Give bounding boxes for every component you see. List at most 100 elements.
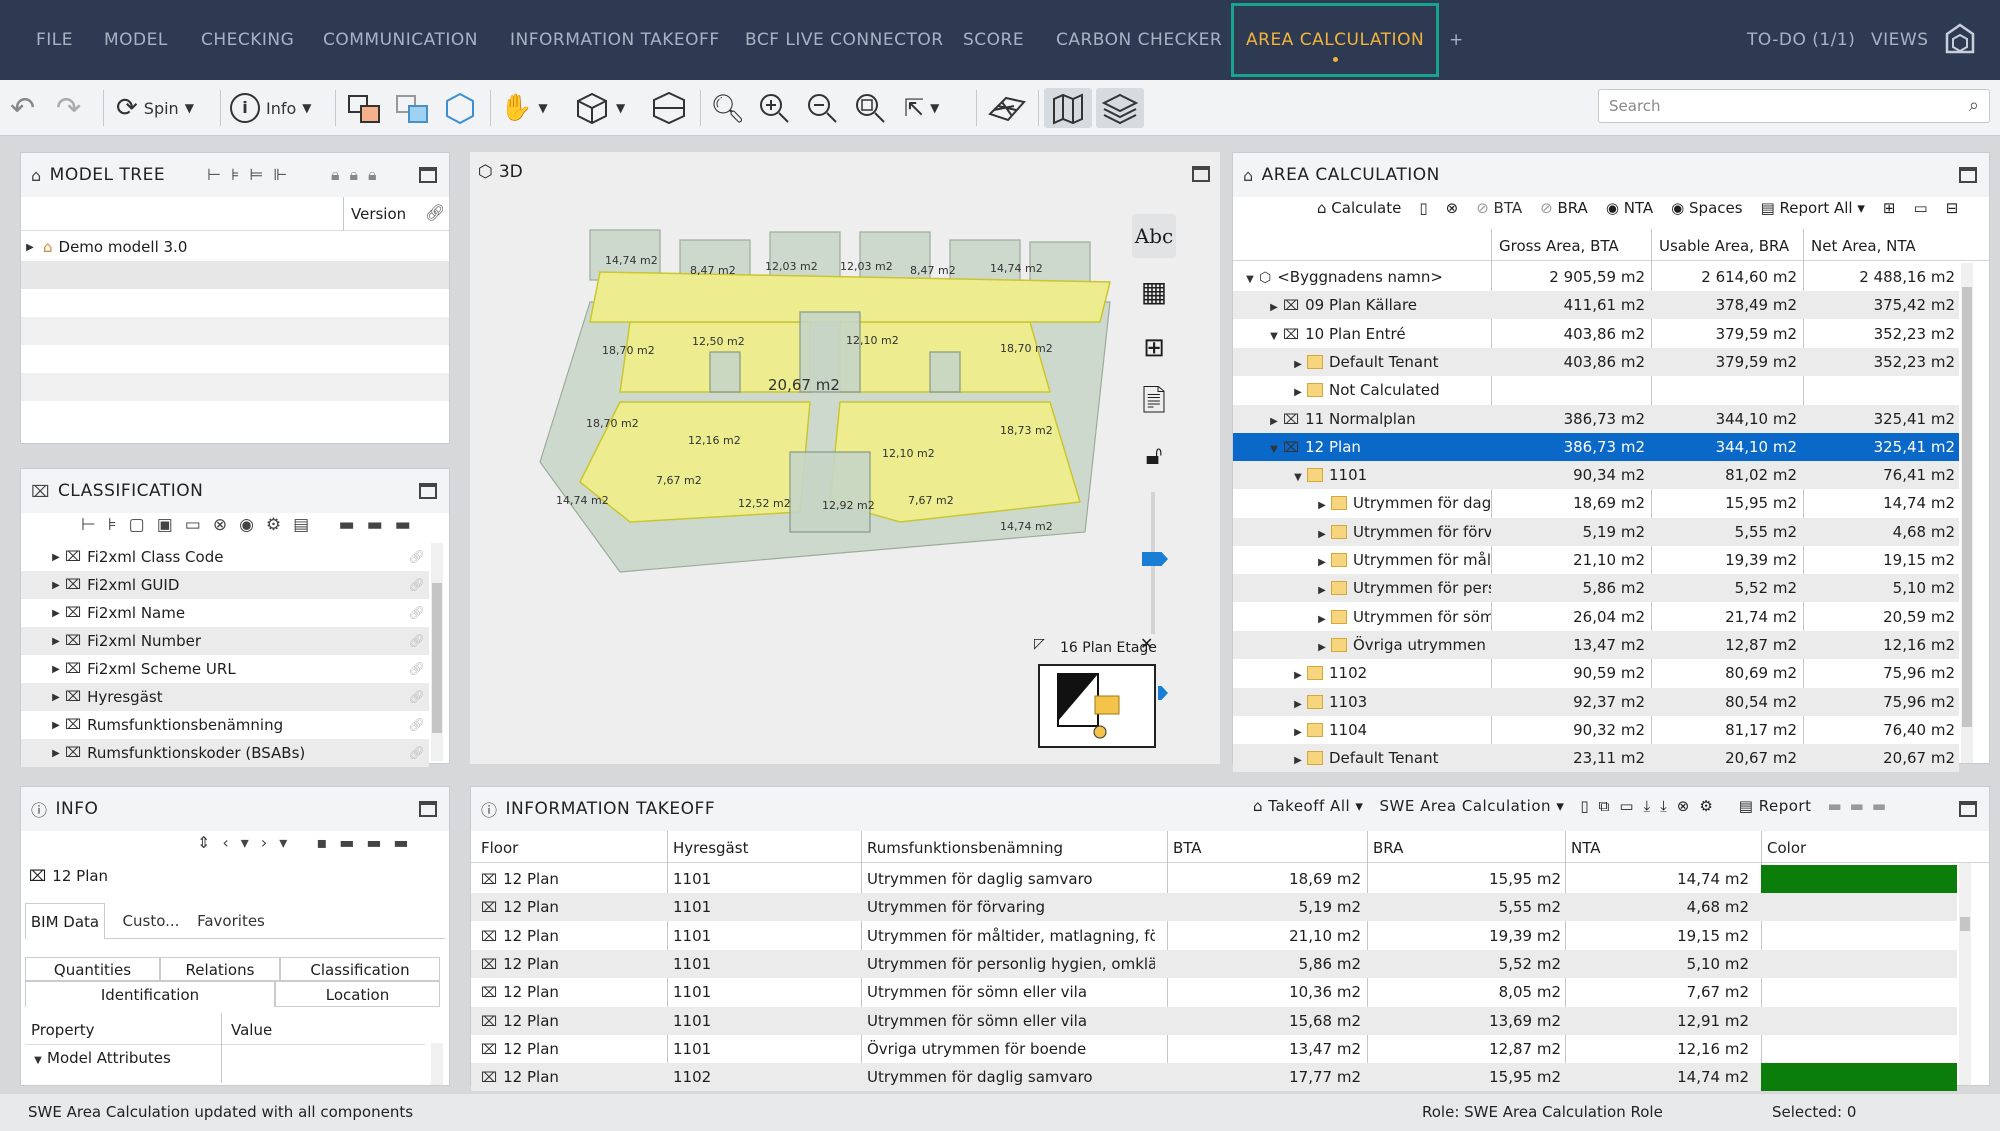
- delete-icon[interactable]: ▭: [1914, 199, 1928, 217]
- expand-arrow-icon[interactable]: ▶: [1289, 719, 1307, 744]
- pdf-icon[interactable]: 📄︎: [1132, 378, 1176, 422]
- views-button[interactable]: VIEWS: [1871, 0, 1928, 80]
- takeoff-tools-icons[interactable]: ▯⧉▭⤓⤓⊗⚙: [1580, 797, 1722, 815]
- expand-arrow-icon[interactable]: ▼: [1289, 464, 1307, 489]
- group-model-attributes[interactable]: ▼ Model Attributes: [29, 1049, 171, 1067]
- expand-arrow-icon[interactable]: ▶: [1265, 408, 1283, 433]
- lock-icons[interactable]: ▬▬▬: [1827, 797, 1894, 815]
- expand-arrow-icon[interactable]: ▶: [47, 748, 65, 759]
- expand-arrow-icon[interactable]: ▶: [1289, 662, 1307, 687]
- spaces-toggle[interactable]: ◉ Spaces: [1671, 199, 1742, 217]
- export-icon[interactable]: ⊟: [1946, 199, 1959, 217]
- takeoff-row[interactable]: ⌧ 12 Plan 1101 Övriga utrymmen för boende 13…: [471, 1035, 1957, 1063]
- subtab-quantities[interactable]: Quantities: [25, 957, 160, 981]
- clear-icon[interactable]: ⊗: [1446, 199, 1459, 217]
- tab-favorites[interactable]: Favorites: [191, 903, 271, 939]
- link-icon[interactable]: 🔗︎: [408, 690, 425, 705]
- column-header-bta[interactable]: Gross Area, BTA: [1499, 237, 1619, 255]
- classification-toolbar[interactable]: ⊢⊧▢▣▭⊗◉⚙▤ ▬▬▬: [81, 515, 423, 545]
- unlock-icon[interactable]: 🔓︎: [1132, 434, 1176, 478]
- column-header-bta[interactable]: BTA: [1173, 839, 1202, 857]
- link-icon[interactable]: 🔗︎: [408, 746, 425, 761]
- new-doc-icon[interactable]: ▯: [1419, 199, 1427, 217]
- link-icon[interactable]: 🔗︎: [425, 203, 445, 222]
- area-tree-row[interactable]: ▶ Not Calculated: [1233, 376, 1959, 404]
- scrollbar[interactable]: [1959, 863, 1971, 1085]
- expand-arrow-icon[interactable]: ▶: [1289, 691, 1307, 716]
- view-cube-button[interactable]: ▼: [574, 88, 625, 128]
- area-tree-row[interactable]: ▶ 1102 90,59 m2 80,69 m2 75,96 m2: [1233, 659, 1959, 687]
- area-tree-row[interactable]: ▼ ⌧ 10 Plan Entré 403,86 m2 379,59 m2 352,23 …: [1233, 320, 1959, 348]
- tab-model[interactable]: MODEL: [104, 0, 168, 80]
- expand-arrow-icon[interactable]: ▶: [1313, 634, 1331, 659]
- column-header-bra[interactable]: BRA: [1373, 839, 1403, 857]
- area-tree-row[interactable]: ▼ ⬡ <Byggnadens namn> 2 905,59 m2 2 614,60 m…: [1233, 263, 1959, 291]
- area-tree-row[interactable]: ▶ Default Tenant 23,11 m2 20,67 m2 20,67 m2: [1233, 744, 1959, 773]
- expand-arrow-icon[interactable]: ▶: [1313, 606, 1331, 631]
- expand-arrow-icon[interactable]: ▶: [47, 720, 65, 731]
- tab-communication[interactable]: COMMUNICATION: [323, 0, 478, 80]
- floorplan-button[interactable]: [986, 88, 1026, 128]
- nta-toggle[interactable]: ◉ NTA: [1606, 199, 1653, 217]
- zoom-selected-button[interactable]: [854, 88, 886, 128]
- area-tree-row[interactable]: ▶ ⌧ 09 Plan Källare 411,61 m2 378,49 m2 375,4…: [1233, 291, 1959, 320]
- add-tab-button[interactable]: +: [1449, 0, 1464, 80]
- model-visibility-button[interactable]: [345, 88, 383, 128]
- tab-area-calculation[interactable]: AREA CALCULATION: [1231, 3, 1440, 77]
- report-button[interactable]: ▤ Report: [1739, 797, 1812, 815]
- takeoff-all-button[interactable]: ⌂ Takeoff All ▾: [1253, 797, 1363, 815]
- expand-arrow-icon[interactable]: ▶: [47, 608, 65, 619]
- link-icon[interactable]: 🔗︎: [408, 606, 425, 621]
- transparency-button[interactable]: [393, 88, 431, 128]
- calculate-button[interactable]: ⌂ Calculate: [1317, 199, 1401, 217]
- tab-bim-data[interactable]: BIM Data: [25, 903, 105, 939]
- expand-arrow-icon[interactable]: ▶: [1313, 577, 1331, 602]
- tab-score[interactable]: SCORE: [963, 0, 1024, 80]
- classification-item[interactable]: ▶ ⌧ Fi2xml Number 🔗︎: [21, 627, 429, 655]
- scrollbar[interactable]: [431, 1043, 443, 1085]
- expand-arrow-icon[interactable]: ▼: [1241, 266, 1259, 291]
- area-tree-row[interactable]: ▶ Övriga utrymmen fö 13,47 m2 12,87 m2 12,16…: [1233, 630, 1959, 659]
- expand-arrow-icon[interactable]: ▶: [47, 636, 65, 647]
- add-icon[interactable]: ⊞: [1883, 199, 1896, 217]
- scrollbar[interactable]: [1961, 263, 1973, 763]
- tab-bcf-live-connector[interactable]: BCF LIVE CONNECTOR: [745, 0, 944, 80]
- expand-arrow-icon[interactable]: ▶: [1289, 351, 1307, 376]
- zoom-in-button[interactable]: [758, 88, 790, 128]
- takeoff-row[interactable]: ⌧ 12 Plan 1101 Utrymmen för daglig samvaro 1…: [471, 865, 1957, 893]
- link-icon[interactable]: 🔗︎: [408, 550, 425, 565]
- classification-item[interactable]: ▶ ⌧ Rumsfunktionsbenämning 🔗︎: [21, 711, 429, 739]
- tab-carbon-checker[interactable]: CARBON CHECKER: [1056, 0, 1222, 80]
- spin-button[interactable]: ⟳ Spin ▼: [116, 88, 194, 128]
- maximize-icon[interactable]: [419, 801, 437, 817]
- bra-toggle[interactable]: ⊘ BRA: [1540, 199, 1588, 217]
- subtab-identification[interactable]: Identification: [25, 981, 275, 1007]
- tab-checking[interactable]: CHECKING: [201, 0, 294, 80]
- close-icon[interactable]: ✕: [1140, 634, 1153, 653]
- area-tree-row[interactable]: ▶ Utrymmen för dagli 18,69 m2 15,95 m2 14,74…: [1233, 489, 1959, 517]
- expand-arrow-icon[interactable]: ▶: [47, 580, 65, 591]
- expand-arrow-icon[interactable]: ▶: [47, 692, 65, 703]
- takeoff-row[interactable]: ⌧ 12 Plan 1101 Utrymmen för personlig hygie…: [471, 949, 1957, 978]
- map-button[interactable]: [1044, 88, 1092, 128]
- classification-item[interactable]: ▶ ⌧ Hyresgäst 🔗︎: [21, 683, 429, 711]
- expand-arrow-icon[interactable]: ▶: [1289, 379, 1307, 404]
- todo-button[interactable]: TO-DO (1/1): [1747, 0, 1855, 80]
- info-button[interactable]: i Info ▼: [230, 88, 312, 128]
- level-slider-handle[interactable]: [1142, 552, 1168, 566]
- classification-item[interactable]: ▶ ⌧ Fi2xml GUID 🔗︎: [21, 571, 429, 599]
- tab-information-takeoff[interactable]: INFORMATION TAKEOFF: [510, 0, 720, 80]
- report-all-button[interactable]: ▤ Report All ▾: [1761, 199, 1865, 217]
- expand-arrow-icon[interactable]: ▶: [1313, 521, 1331, 546]
- area-tree-row[interactable]: ▶ 1104 90,32 m2 81,17 m2 76,40 m2: [1233, 716, 1959, 744]
- column-header-hyresg-st[interactable]: Hyresgäst: [673, 839, 748, 857]
- area-tree-row[interactable]: ▼ 1101 90,34 m2 81,02 m2 76,41 m2: [1233, 461, 1959, 490]
- column-header-rumsfunktionsben-mning[interactable]: Rumsfunktionsbenämning: [867, 839, 1063, 857]
- column-header-color[interactable]: Color: [1767, 839, 1806, 857]
- expand-arrow-icon[interactable]: ▶: [47, 664, 65, 675]
- zoom-out-button[interactable]: [806, 88, 838, 128]
- redo-button[interactable]: ↷: [56, 88, 81, 128]
- area-tree-row[interactable]: ▶ 1103 92,37 m2 80,54 m2 75,96 m2: [1233, 687, 1959, 716]
- expand-arrow-icon[interactable]: ▶: [1265, 294, 1283, 319]
- grid-icon[interactable]: ▦: [1132, 270, 1176, 314]
